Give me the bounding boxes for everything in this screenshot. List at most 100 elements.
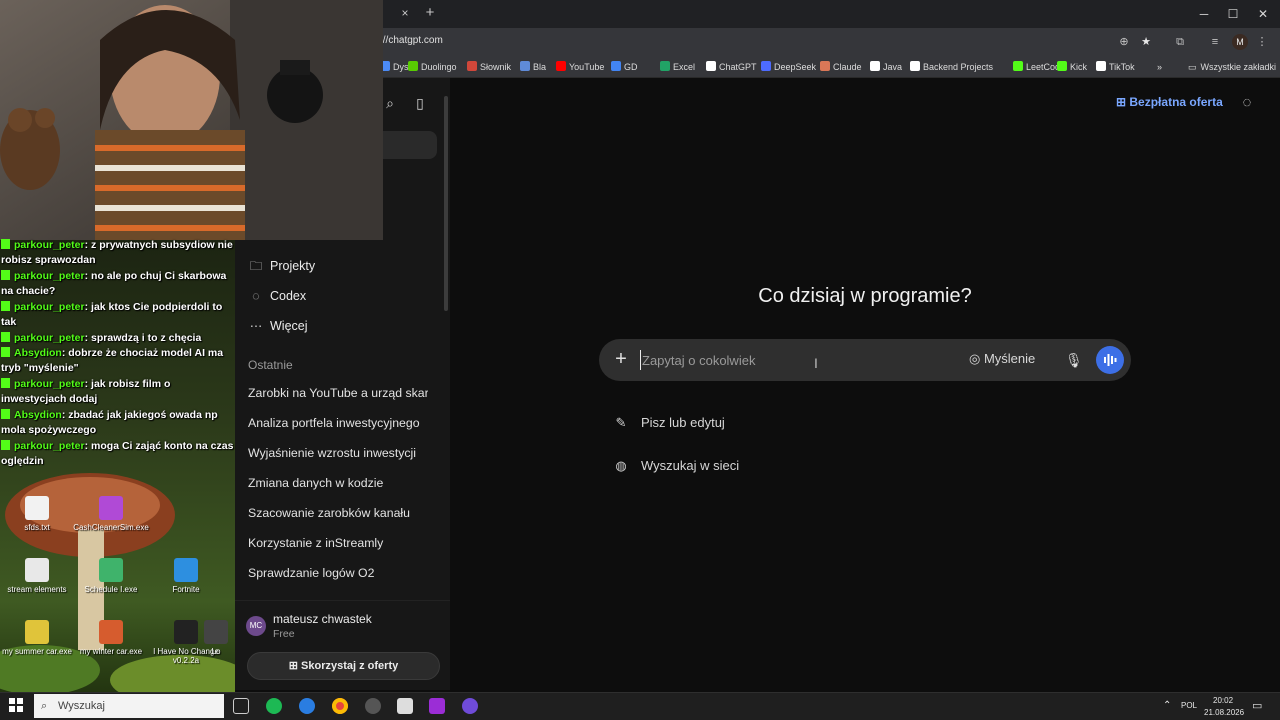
new-tab-button[interactable]: + <box>422 5 438 21</box>
maximize-icon[interactable]: ☐ <box>1223 5 1243 23</box>
taskbar-search[interactable]: ⌕ Wyszukaj <box>34 694 224 718</box>
url-field[interactable]: ://chatgpt.com <box>380 35 443 46</box>
menu-icon[interactable]: ⋮ <box>1254 34 1270 50</box>
kick-badge-icon <box>1 347 10 357</box>
desktop-icon[interactable]: Fortnite <box>147 558 225 594</box>
recent-chat-item[interactable]: Szacowanie zarobków kanału <box>248 506 428 520</box>
bookmark-favicon-icon <box>556 61 566 71</box>
bookmark-3[interactable]: Bla <box>520 60 546 74</box>
suggestion-write-edit[interactable]: ✎ Pisz lub edytuj <box>613 415 725 431</box>
bookmark-10[interactable]: Java <box>870 60 902 74</box>
suggestion-web-search[interactable]: ◍ Wyszukaj w sieci <box>613 458 739 474</box>
chat-text: sprawdzą i to z chęcia <box>91 332 202 344</box>
stream-chat-message: parkour_peter: no ale po chuj Ci skarbow… <box>1 269 234 299</box>
thinking-toggle[interactable]: ◎ Myślenie <box>969 351 1035 367</box>
tab-close-button[interactable]: × <box>398 6 412 20</box>
profile-avatar[interactable]: M <box>1232 34 1248 50</box>
desktop-icon[interactable]: sfds.txt <box>0 496 76 532</box>
desktop-icon[interactable]: Lo <box>196 620 236 656</box>
temporary-chat-icon[interactable]: ◌ <box>1238 94 1256 112</box>
desktop-icon[interactable]: CashCleanerSim.exe <box>72 496 150 532</box>
bookmark-13[interactable]: Kick <box>1057 60 1087 74</box>
voice-mode-button[interactable] <box>1096 346 1124 374</box>
bookmark-9[interactable]: Claude <box>820 60 862 74</box>
chrome-icon[interactable] <box>332 698 348 714</box>
search-icon[interactable]: ⌕ <box>381 94 399 112</box>
sidebar-toggle-icon[interactable]: ▯ <box>411 94 429 112</box>
recent-chat-item[interactable]: Korzystanie z inStreamly <box>248 536 428 550</box>
media-icon[interactable]: ≡ <box>1207 34 1223 50</box>
desktop-app-icon <box>99 496 123 520</box>
stream-chat-message: Absydion: dobrze że chociaż model AI ma … <box>1 346 234 376</box>
stream-chat-message: parkour_peter: moga Ci zająć konto na cz… <box>1 439 234 469</box>
avatar[interactable]: MC <box>246 616 266 636</box>
zoom-icon[interactable]: ⊕ <box>1116 34 1132 50</box>
bookmark-8[interactable]: DeepSeek <box>761 60 816 74</box>
recent-chat-item[interactable]: Zmiana danych w kodzie <box>248 476 428 490</box>
recent-chat-item[interactable]: Analiza portfela inwestycyjnego <box>248 416 428 430</box>
desktop-icon[interactable]: my summer car.exe <box>0 620 76 656</box>
bookmark-favicon-icon <box>761 61 771 71</box>
obs-icon[interactable] <box>365 698 381 714</box>
bookmark-favicon-icon <box>1096 61 1106 71</box>
twitch-icon[interactable] <box>462 698 478 714</box>
edge-icon[interactable] <box>299 698 315 714</box>
text-cursor-icon: I <box>814 355 818 371</box>
bookmark-favicon-icon <box>870 61 880 71</box>
bookmark-7[interactable]: ChatGPT <box>706 60 757 74</box>
stream-chat-message: Absydion: zbadać jak jakiegoś owada np m… <box>1 408 234 438</box>
microphone-icon[interactable]: 🎙 <box>1065 350 1083 370</box>
all-bookmarks-folder[interactable]: ▭ Wszystkie zakładki <box>1188 60 1276 74</box>
sidebar-item-projects[interactable]: 🗀 Projekty <box>248 258 315 274</box>
bookmark-label: ChatGPT <box>719 62 757 72</box>
windows-start-icon[interactable] <box>9 698 23 712</box>
game-icon[interactable] <box>429 698 445 714</box>
bookmark-2[interactable]: Słownik <box>467 60 511 74</box>
chat-username: parkour_peter <box>14 332 85 344</box>
clock-time[interactable]: 20:02 <box>1213 696 1233 705</box>
desktop-icon-label: Fortnite <box>172 585 200 594</box>
close-window-icon[interactable]: ✕ <box>1253 5 1273 23</box>
recent-chat-item[interactable]: Wyjaśnienie wzrostu inwestycji <box>248 446 428 460</box>
chat-username: Absydion <box>14 409 62 421</box>
folder-icon: ▭ <box>1188 62 1197 72</box>
more-bookmarks-button[interactable]: » <box>1157 60 1162 74</box>
prompt-input[interactable] <box>640 350 940 370</box>
stream-chat-message: parkour_peter: jak robisz film o inwesty… <box>1 377 234 407</box>
bookmark-1[interactable]: Duolingo <box>408 60 457 74</box>
free-offer-link[interactable]: ⊞ Bezpłatna oferta <box>1116 95 1223 109</box>
bookmark-14[interactable]: TikTok <box>1096 60 1135 74</box>
language-indicator[interactable]: POL <box>1181 701 1197 710</box>
sidebar-scrollbar[interactable] <box>444 96 448 311</box>
clock-date[interactable]: 21.08.2026 <box>1204 708 1244 717</box>
bookmark-5[interactable]: GD <box>611 60 638 74</box>
desktop-app-icon <box>204 620 228 644</box>
desktop-icon[interactable]: stream elements <box>0 558 76 594</box>
sidebar-item-more[interactable]: ⋯ Więcej <box>248 318 308 334</box>
user-name[interactable]: mateusz chwastek <box>273 612 372 626</box>
kick-badge-icon <box>1 301 10 311</box>
app-icon[interactable] <box>397 698 413 714</box>
bookmark-favicon-icon <box>910 61 920 71</box>
minimize-icon[interactable]: ─ <box>1194 5 1214 23</box>
bookmark-favicon-icon <box>1057 61 1067 71</box>
tray-chevron-icon[interactable]: ⌃ <box>1163 700 1171 711</box>
bookmark-6[interactable]: Excel <box>660 60 695 74</box>
bookmark-favicon-icon <box>660 61 670 71</box>
bookmark-4[interactable]: YouTube <box>556 60 604 74</box>
add-attachment-icon[interactable]: + <box>612 349 630 369</box>
spotify-icon[interactable] <box>266 698 282 714</box>
extensions-icon[interactable]: ⧉ <box>1172 34 1188 50</box>
bookmark-star-icon[interactable]: ★ <box>1138 34 1154 50</box>
recent-chat-item[interactable]: Sprawdzanie logów O2 <box>248 566 428 580</box>
desktop-icon[interactable]: my winter car.exe <box>72 620 150 656</box>
notification-icon[interactable]: ▭ <box>1252 699 1262 712</box>
desktop-icon[interactable]: Schedule I.exe <box>72 558 150 594</box>
claim-offer-button[interactable]: ⊞ Skorzystaj z oferty <box>247 652 440 680</box>
task-view-icon[interactable] <box>233 698 249 714</box>
bookmark-11[interactable]: Backend Projects <box>910 60 993 74</box>
bookmark-favicon-icon <box>467 61 477 71</box>
recent-chat-item[interactable]: Zarobki na YouTube a urząd skarbowy <box>248 386 428 400</box>
sidebar-item-codex[interactable]: ◌ Codex <box>248 288 306 304</box>
bookmark-favicon-icon <box>611 61 621 71</box>
